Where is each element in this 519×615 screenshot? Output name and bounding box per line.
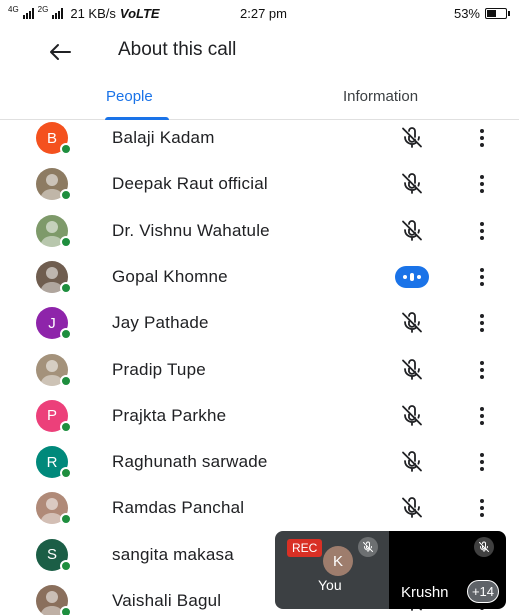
speaking-indicator-icon[interactable] <box>394 263 430 291</box>
tab-bar: People Information <box>0 78 519 120</box>
participant-row[interactable]: Pradip Tupe <box>0 347 519 393</box>
self-label: You <box>318 577 342 593</box>
battery-percent: 53% <box>453 6 480 21</box>
recording-badge: REC <box>287 539 323 557</box>
participant-name: Deepak Raut official <box>112 174 268 194</box>
mic-off-icon[interactable] <box>394 356 430 384</box>
online-status-dot <box>60 559 72 572</box>
extra-participants-count: +14 <box>466 580 499 603</box>
mic-off-icon[interactable] <box>394 494 430 522</box>
self-avatar: K <box>323 546 353 576</box>
remote-tile[interactable]: Krushn +14 <box>389 531 506 609</box>
online-status-dot <box>60 606 72 615</box>
participant-row[interactable]: Deepak Raut official <box>0 161 519 207</box>
remote-mic-off-icon <box>474 537 494 557</box>
participant-name: Ramdas Panchal <box>112 498 245 518</box>
more-options-icon[interactable] <box>470 170 494 198</box>
mic-off-icon[interactable] <box>394 170 430 198</box>
mic-off-icon[interactable] <box>394 402 430 430</box>
participant-name: Balaji Kadam <box>112 128 215 147</box>
status-bar: 4G 2G 21 KB/s VoLTE 2:27 pm 53% <box>0 0 519 28</box>
mic-off-icon[interactable] <box>394 217 430 245</box>
tab-information[interactable]: Information <box>343 88 418 105</box>
status-time: 2:27 pm <box>240 6 287 21</box>
online-status-dot <box>60 235 72 248</box>
more-options-icon[interactable] <box>470 124 494 152</box>
participant-name: Jay Pathade <box>112 313 209 333</box>
online-status-dot <box>60 143 72 155</box>
participant-name: Dr. Vishnu Wahatule <box>112 220 270 240</box>
participant-row[interactable]: Dr. Vishnu Wahatule <box>0 208 519 254</box>
more-options-icon[interactable] <box>470 309 494 337</box>
participant-row[interactable]: J Jay Pathade <box>0 300 519 346</box>
participant-name: Vaishali Bagul <box>112 591 222 610</box>
mic-off-icon[interactable] <box>394 448 430 476</box>
signal-network-label: 4G <box>8 5 19 14</box>
signal-icon <box>22 8 34 19</box>
more-options-icon[interactable] <box>470 494 494 522</box>
signal-network-label-2: 2G <box>37 5 49 14</box>
remote-participant-label: Krushn <box>401 584 449 601</box>
status-left: 4G 2G 21 KB/s VoLTE <box>8 5 160 22</box>
participant-name: sangita makasa <box>112 544 234 564</box>
participant-name: Raghunath sarwade <box>112 452 268 472</box>
online-status-dot <box>60 467 72 480</box>
participant-name: Pradip Tupe <box>112 359 206 379</box>
online-status-dot <box>60 374 72 387</box>
participant-row[interactable]: Gopal Khomne <box>0 254 519 300</box>
call-preview[interactable]: REC K You Krushn +14 <box>275 531 506 609</box>
status-right: 53% <box>453 6 510 21</box>
participant-row[interactable]: Ramdas Panchal <box>0 485 519 531</box>
tab-people[interactable]: People <box>106 88 153 105</box>
more-options-icon[interactable] <box>470 448 494 476</box>
more-options-icon[interactable] <box>470 356 494 384</box>
more-options-icon[interactable] <box>470 263 494 291</box>
self-tile[interactable]: REC K You <box>275 531 389 609</box>
participant-name: Prajkta Parkhe <box>112 405 227 425</box>
participant-name: Gopal Khomne <box>112 266 228 286</box>
network-speed: 21 KB/s <box>70 6 116 21</box>
online-status-dot <box>60 420 72 433</box>
mic-off-icon[interactable] <box>394 124 430 152</box>
battery-icon <box>485 8 510 19</box>
back-button[interactable] <box>42 36 78 68</box>
signal-icon-2 <box>52 8 64 19</box>
self-mic-off-icon <box>358 537 378 557</box>
arrow-left-icon <box>50 44 71 60</box>
online-status-dot <box>60 328 72 341</box>
mic-off-icon[interactable] <box>394 309 430 337</box>
participant-row[interactable]: P Prajkta Parkhe <box>0 393 519 439</box>
online-status-dot <box>60 513 72 526</box>
more-options-icon[interactable] <box>470 217 494 245</box>
online-status-dot <box>60 189 72 202</box>
page-title: About this call <box>118 39 237 60</box>
volte-indicator: VoLTE <box>119 6 160 21</box>
participant-row[interactable]: B Balaji Kadam <box>0 115 519 161</box>
app-header: About this call <box>0 30 519 74</box>
participant-row[interactable]: R Raghunath sarwade <box>0 439 519 485</box>
more-options-icon[interactable] <box>470 402 494 430</box>
online-status-dot <box>60 281 72 294</box>
